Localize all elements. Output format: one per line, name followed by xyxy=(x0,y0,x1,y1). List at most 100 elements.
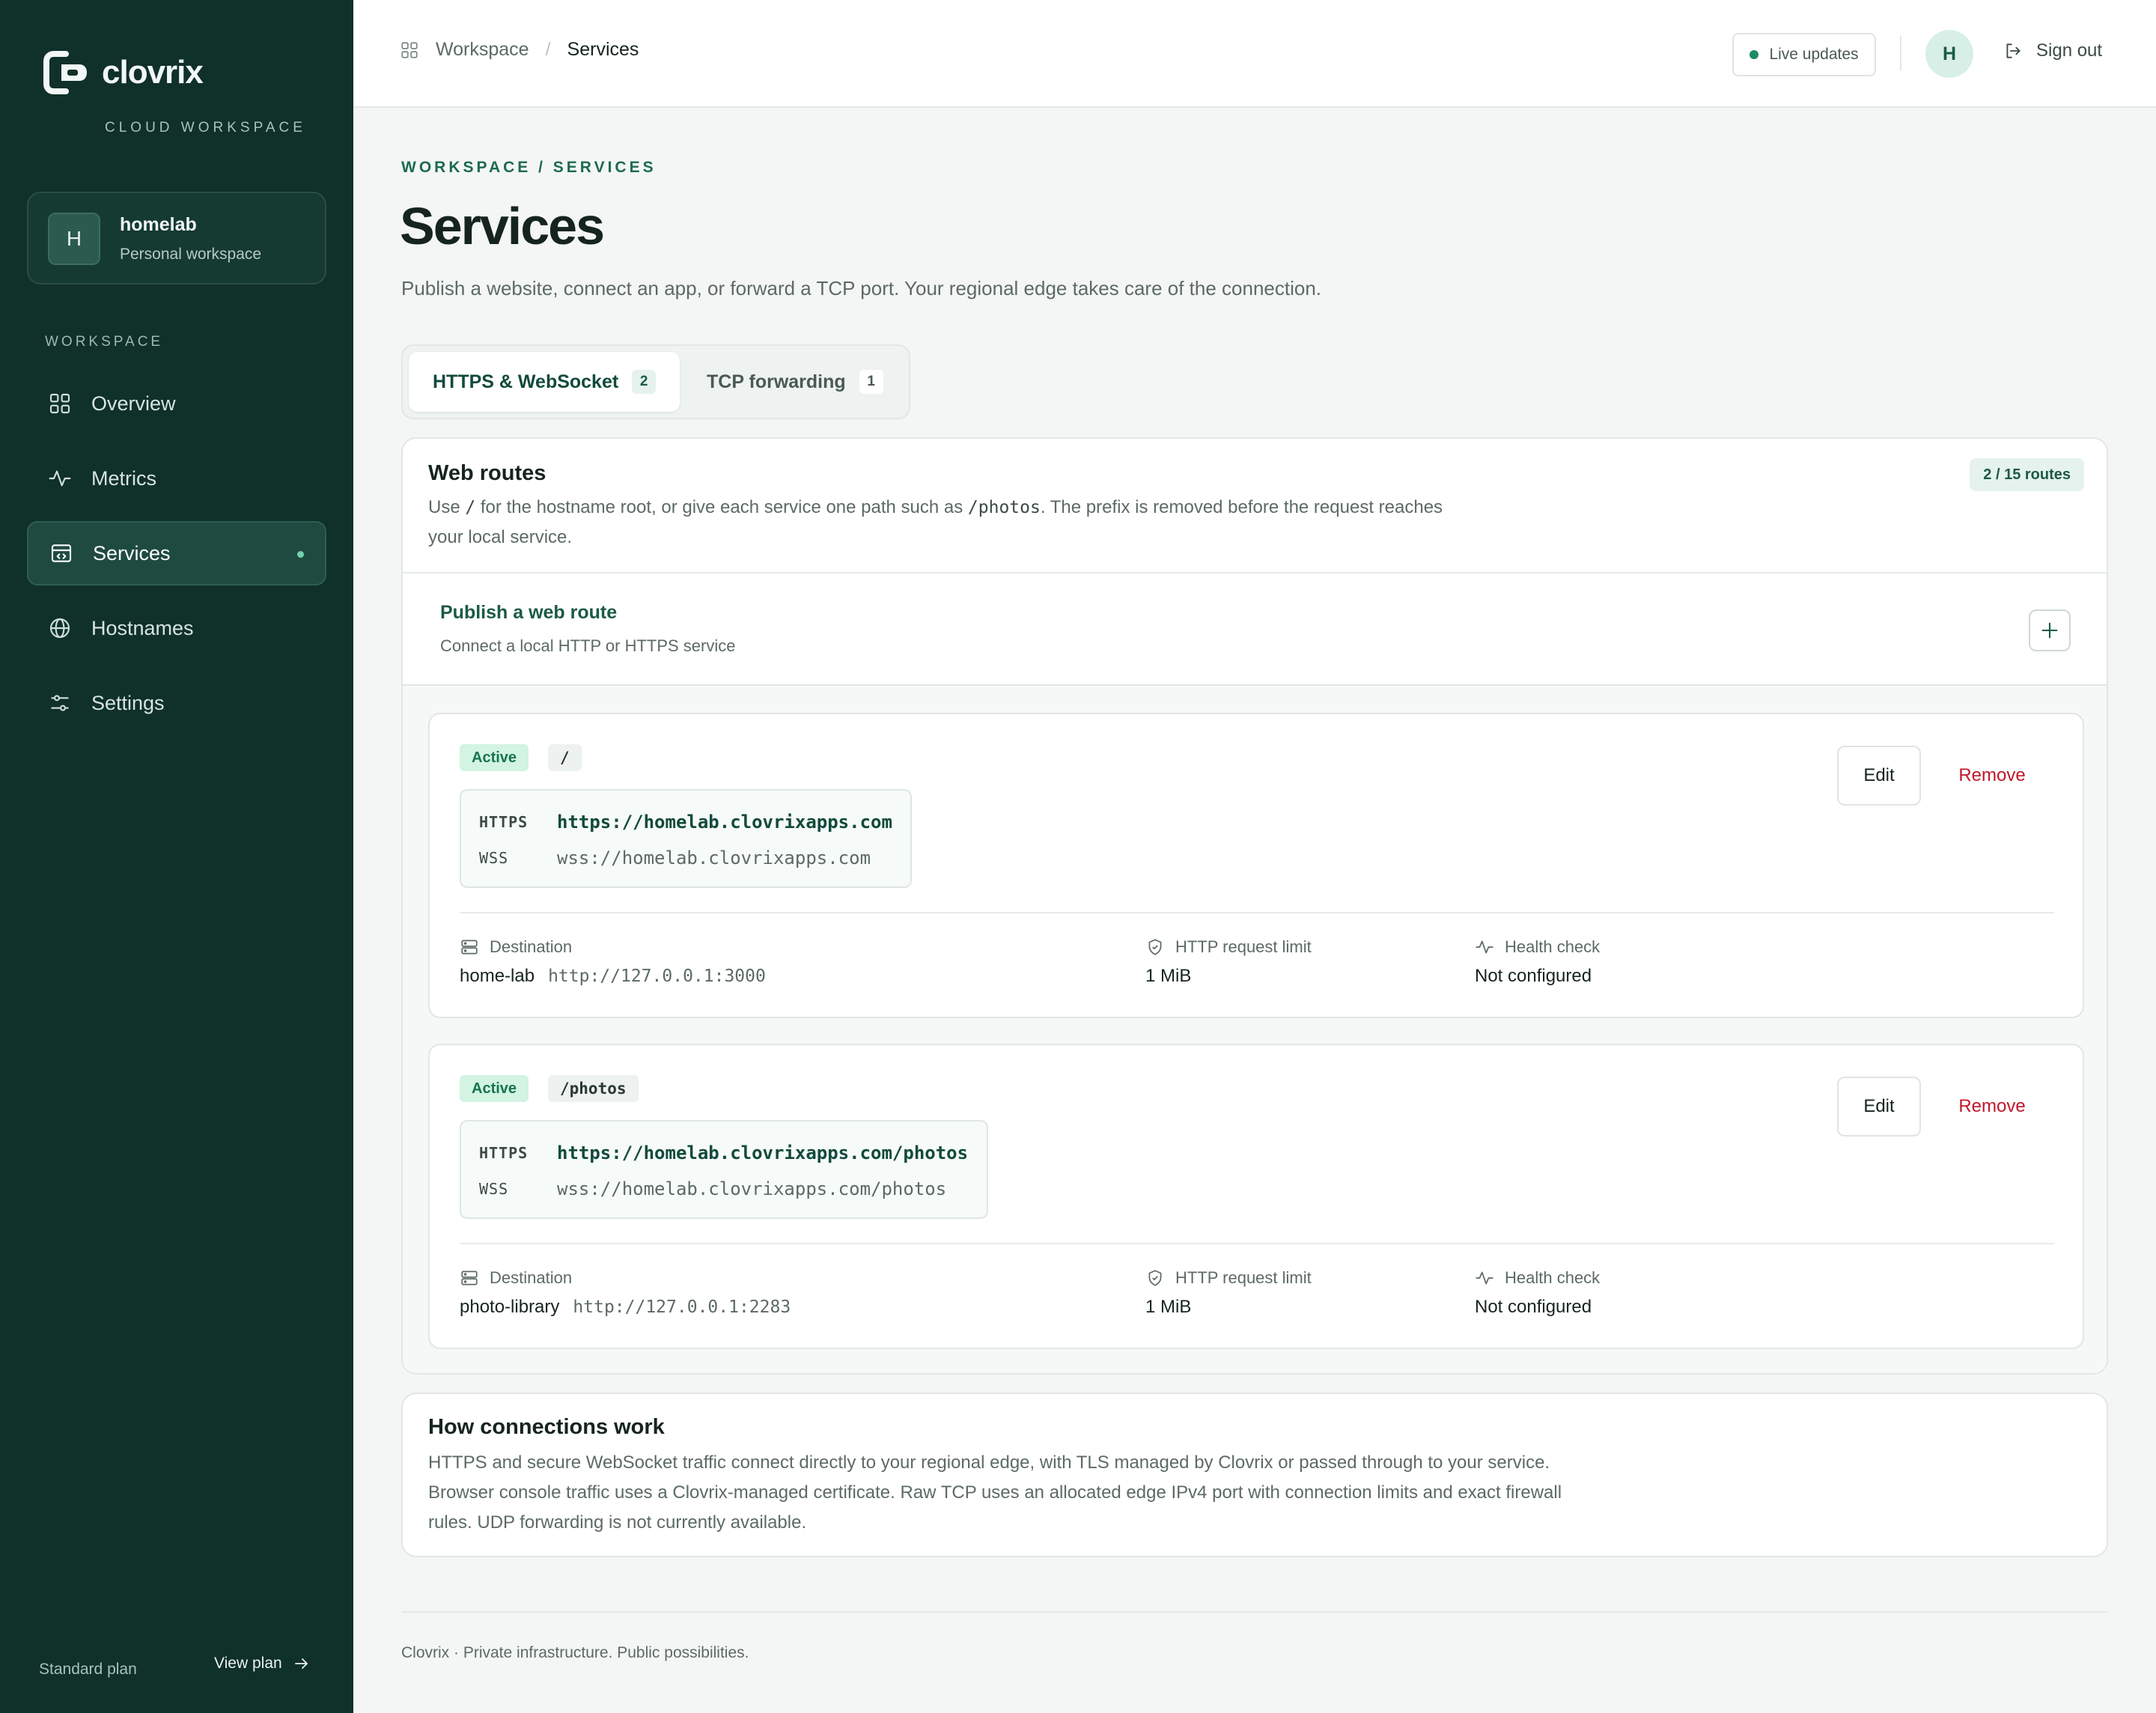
health-check-label: Health check xyxy=(1475,937,1600,957)
status-badge: Active xyxy=(460,1075,529,1102)
tab-label: HTTPS & WebSocket xyxy=(433,371,619,392)
active-indicator xyxy=(297,551,304,558)
status-badge: Active xyxy=(460,744,529,771)
https-url-link[interactable]: https://homelab.clovrixapps.com/photos xyxy=(557,1142,968,1163)
sign-out-label: Sign out xyxy=(2036,40,2103,61)
breadcrumb-services: Services xyxy=(567,39,639,60)
path-chip: /photos xyxy=(548,1075,639,1102)
publish-title: Publish a web route xyxy=(440,602,618,623)
health-check-label-text: Health check xyxy=(1505,1268,1601,1287)
add-route-button[interactable] xyxy=(2029,609,2071,651)
breadcrumb: Workspace / Services xyxy=(400,39,639,61)
page-title: Services xyxy=(400,197,605,255)
request-limit-label: HTTP request limit xyxy=(1145,1268,1312,1288)
destination-value: photo-library http://127.0.0.1:2283 xyxy=(460,1297,791,1318)
breadcrumb-workspace[interactable]: Workspace xyxy=(436,39,529,61)
web-routes-description: Use / for the hostname root, or give eac… xyxy=(428,493,1476,553)
workspace-type: Personal workspace xyxy=(120,246,262,263)
page-description: Publish a website, connect an app, or fo… xyxy=(401,277,1322,299)
tab-https-websocket[interactable]: HTTPS & WebSocket 2 xyxy=(409,352,680,412)
destination-url: http://127.0.0.1:3000 xyxy=(548,967,766,986)
plan-label: Standard plan xyxy=(39,1661,137,1678)
sidebar-item-label: Services xyxy=(93,541,171,565)
page-eyebrow: WORKSPACE / SERVICES xyxy=(401,159,657,176)
how-title: How connections work xyxy=(428,1415,665,1439)
view-plan-link[interactable]: View plan xyxy=(214,1655,311,1673)
desc-text: Use xyxy=(428,497,466,517)
route-divider xyxy=(460,912,2054,913)
live-updates-indicator[interactable]: Live updates xyxy=(1732,33,1876,76)
destination-name: photo-library xyxy=(460,1297,560,1317)
browser-code-icon xyxy=(51,544,72,562)
desc-root-code: / xyxy=(465,498,476,517)
route-card: Active /photos HTTPS https://homelab.clo… xyxy=(428,1044,2084,1349)
sidebar-item-label: Metrics xyxy=(91,466,156,490)
sidebar-item-overview[interactable]: Overview xyxy=(27,371,326,436)
request-limit-label: HTTP request limit xyxy=(1145,937,1312,957)
how-body: HTTPS and secure WebSocket traffic conne… xyxy=(428,1452,1562,1533)
tab-label: TCP forwarding xyxy=(707,371,846,392)
routes-count-badge: 2 / 15 routes xyxy=(1970,458,2084,491)
activity-icon xyxy=(49,470,71,487)
remove-route-button[interactable]: Remove xyxy=(1936,1077,2048,1137)
route-endpoints: HTTPS https://homelab.clovrixapps.com/ph… xyxy=(460,1120,988,1219)
sidebar-item-services[interactable]: Services xyxy=(27,521,326,585)
health-check-label: Health check xyxy=(1475,1268,1600,1288)
nav-section-label: WORKSPACE xyxy=(45,334,164,350)
tab-count-badge: 1 xyxy=(859,370,883,394)
clovrix-logo-icon xyxy=(43,51,87,94)
sidebar-item-label: Overview xyxy=(91,392,176,415)
brand-name: clovrix xyxy=(102,54,204,91)
globe-icon xyxy=(49,618,70,639)
destination-label-text: Destination xyxy=(490,1268,573,1287)
publish-subtitle: Connect a local HTTP or HTTPS service xyxy=(440,636,736,655)
tab-count-badge: 2 xyxy=(632,370,657,394)
service-tabs: HTTPS & WebSocket 2 TCP forwarding 1 xyxy=(401,344,910,419)
path-chip: / xyxy=(548,744,582,771)
activity-icon xyxy=(1476,1271,1493,1285)
wss-url[interactable]: wss://homelab.clovrixapps.com/photos xyxy=(557,1178,946,1199)
health-check-label-text: Health check xyxy=(1505,937,1601,956)
destination-label: Destination xyxy=(460,937,572,957)
publish-web-route-row[interactable]: Publish a web route Connect a local HTTP… xyxy=(403,572,2107,686)
user-avatar[interactable]: H xyxy=(1925,30,1973,78)
destination-label: Destination xyxy=(460,1268,572,1288)
request-limit-label-text: HTTP request limit xyxy=(1175,1268,1312,1287)
wss-url[interactable]: wss://homelab.clovrixapps.com xyxy=(557,848,871,868)
header-divider xyxy=(1900,36,1901,70)
route-card: Active / HTTPS https://homelab.clovrixap… xyxy=(428,713,2084,1018)
grid-icon xyxy=(49,393,70,414)
sidebar: clovrix CLOUD WORKSPACE H homelab Person… xyxy=(0,0,353,1713)
sign-out-icon xyxy=(2006,43,2021,58)
tab-tcp-forwarding[interactable]: TCP forwarding 1 xyxy=(683,352,907,412)
edit-route-button[interactable]: Edit xyxy=(1837,746,1921,806)
sidebar-item-hostnames[interactable]: Hostnames xyxy=(27,596,326,660)
sidebar-item-settings[interactable]: Settings xyxy=(27,671,326,735)
sidebar-item-label: Settings xyxy=(91,691,165,714)
remove-route-button[interactable]: Remove xyxy=(1936,746,2048,806)
https-label: HTTPS xyxy=(479,1144,529,1162)
route-endpoints: HTTPS https://homelab.clovrixapps.com WS… xyxy=(460,789,912,888)
brand-logo[interactable]: clovrix xyxy=(43,51,204,94)
health-check-value: Not configured xyxy=(1475,966,1592,986)
https-label: HTTPS xyxy=(479,813,529,831)
desc-path-code: /photos xyxy=(967,498,1041,517)
workspace-avatar: H xyxy=(48,213,100,265)
destination-name: home-lab xyxy=(460,966,535,986)
workspace-switcher[interactable]: H homelab Personal workspace xyxy=(27,192,326,285)
sidebar-item-metrics[interactable]: Metrics xyxy=(27,446,326,511)
edit-route-button[interactable]: Edit xyxy=(1837,1077,1921,1137)
destination-url: http://127.0.0.1:2283 xyxy=(573,1297,791,1317)
request-limit-value: 1 MiB xyxy=(1145,966,1192,986)
live-updates-label: Live updates xyxy=(1769,46,1859,63)
destination-label-text: Destination xyxy=(490,937,573,956)
server-icon xyxy=(461,1271,478,1285)
footer-divider xyxy=(401,1611,2108,1613)
https-url-link[interactable]: https://homelab.clovrixapps.com xyxy=(557,812,892,833)
wss-label: WSS xyxy=(479,849,509,867)
request-limit-value: 1 MiB xyxy=(1145,1297,1192,1317)
shield-check-icon xyxy=(1148,939,1162,955)
live-status-dot xyxy=(1750,50,1759,59)
plus-icon xyxy=(2041,622,2058,639)
sign-out-button[interactable]: Sign out xyxy=(2003,40,2102,61)
